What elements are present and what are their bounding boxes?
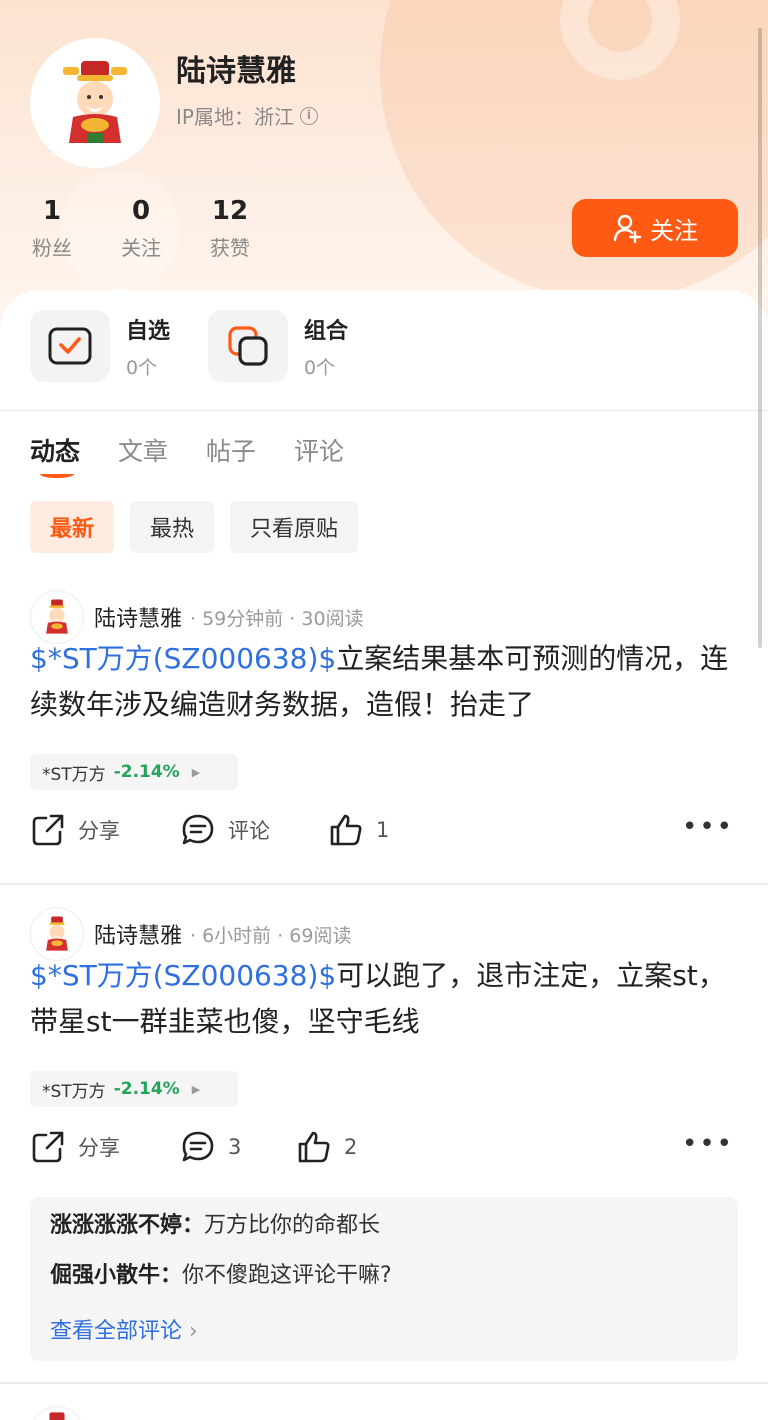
fortune-god-avatar-icon bbox=[46, 599, 68, 634]
quick-watchlist[interactable]: 自选 0个 bbox=[30, 310, 170, 382]
post-body[interactable]: $*ST万方(SZ000638)$可以跑了，退市注定，立案st，带星st一群韭菜… bbox=[30, 953, 740, 1045]
divider bbox=[0, 1382, 768, 1384]
portfolio-title: 组合 bbox=[304, 318, 349, 344]
stock-link[interactable]: $*ST万方(SZ000638)$ bbox=[30, 959, 336, 992]
filter-chips: 最新 最热 只看原贴 bbox=[30, 501, 359, 553]
tab-comments[interactable]: 评论 bbox=[294, 432, 344, 468]
layers-icon bbox=[228, 326, 268, 366]
portfolio-count: 0个 bbox=[304, 356, 336, 379]
tab-bar: 动态 文章 帖子 评论 bbox=[30, 432, 344, 478]
stock-tag-name: *ST万方 bbox=[42, 1081, 106, 1102]
like-count: 1 bbox=[376, 818, 390, 842]
filter-original-only[interactable]: 只看原贴 bbox=[230, 501, 359, 553]
more-options-icon[interactable]: ••• bbox=[682, 1131, 734, 1157]
stat-likes-label: 获赞 bbox=[210, 236, 250, 260]
thumbs-up-icon bbox=[298, 1131, 330, 1163]
share-button[interactable]: 分享 bbox=[30, 812, 120, 848]
comment-icon bbox=[182, 814, 214, 845]
stat-followers-count: 1 bbox=[42, 196, 62, 226]
comment-label: 评论 bbox=[228, 819, 270, 843]
watchlist-count: 0个 bbox=[126, 356, 158, 379]
fortune-god-avatar-icon bbox=[49, 1412, 65, 1420]
like-button[interactable]: 1 bbox=[328, 812, 389, 848]
add-user-icon bbox=[613, 214, 642, 243]
like-count: 2 bbox=[344, 1135, 358, 1159]
filter-latest[interactable]: 最新 bbox=[30, 501, 115, 553]
stock-link[interactable]: $*ST万方(SZ000638)$ bbox=[30, 642, 336, 675]
comment-button[interactable]: 3 bbox=[180, 1129, 241, 1165]
post-avatar[interactable] bbox=[30, 1406, 84, 1420]
ip-location: IP属地：浙江 i bbox=[176, 101, 318, 130]
like-button[interactable]: 2 bbox=[296, 1129, 357, 1165]
profile-name: 陆诗慧雅 bbox=[176, 54, 296, 89]
chevron-right-icon: › bbox=[189, 1319, 198, 1344]
content-card: 自选 0个 组合 0个 动态 文章 帖子 评论 最新 最热 只看原贴 陆诗慧雅 … bbox=[0, 290, 768, 1420]
stat-following-count: 0 bbox=[131, 196, 151, 226]
post-author[interactable]: 陆诗慧雅 bbox=[94, 601, 182, 633]
fortune-god-avatar-icon bbox=[63, 61, 127, 143]
share-label: 分享 bbox=[78, 1136, 120, 1160]
view-all-comments-link[interactable]: 查看全部评论 › bbox=[50, 1313, 718, 1345]
post-meta: · 59分钟前 · 30阅读 bbox=[190, 607, 364, 630]
comment-icon bbox=[182, 1131, 214, 1162]
tab-posts[interactable]: 帖子 bbox=[206, 432, 256, 468]
stat-followers[interactable]: 1 粉丝 bbox=[12, 196, 92, 261]
caret-right-icon: ▶ bbox=[191, 765, 201, 779]
stock-tag-name: *ST万方 bbox=[42, 764, 106, 785]
tab-activity[interactable]: 动态 bbox=[30, 432, 81, 478]
stat-following-label: 关注 bbox=[121, 236, 161, 260]
comment-text: 万方比你的命都长 bbox=[204, 1213, 381, 1238]
post-actions: 分享 评论 1 ••• bbox=[30, 812, 740, 852]
post-actions: 分享 3 2 ••• bbox=[30, 1129, 740, 1169]
filter-hottest[interactable]: 最热 bbox=[130, 501, 215, 553]
stock-tag[interactable]: *ST万方 -2.14% ▶ bbox=[30, 754, 238, 790]
avatar[interactable] bbox=[30, 38, 160, 168]
watchlist-icon-box bbox=[30, 310, 110, 382]
comment-row[interactable]: 涨涨涨涨不婷：万方比你的命都长 bbox=[50, 1213, 718, 1239]
comment-button[interactable]: 评论 bbox=[180, 812, 270, 848]
stat-likes-count: 12 bbox=[211, 196, 249, 226]
divider bbox=[0, 883, 768, 885]
watchlist-title: 自选 bbox=[126, 318, 171, 344]
view-all-label: 查看全部评论 bbox=[50, 1319, 183, 1344]
checkbox-icon bbox=[48, 327, 92, 365]
portfolio-icon-box bbox=[208, 310, 288, 382]
post-meta: · 6小时前 · 69阅读 bbox=[190, 924, 352, 947]
stock-tag-change: -2.14% bbox=[113, 762, 180, 782]
divider bbox=[0, 410, 768, 411]
share-icon bbox=[32, 1131, 64, 1163]
share-icon bbox=[32, 814, 64, 846]
follow-button-label: 关注 bbox=[650, 216, 698, 245]
stat-followers-label: 粉丝 bbox=[32, 236, 72, 260]
stock-tag[interactable]: *ST万方 -2.14% ▶ bbox=[30, 1071, 238, 1107]
comment-count: 3 bbox=[228, 1135, 242, 1159]
comment-row[interactable]: 倔强小散牛：你不傻跑这评论干嘛? bbox=[50, 1263, 718, 1289]
stock-tag-change: -2.14% bbox=[113, 1079, 180, 1099]
post-body[interactable]: $*ST万方(SZ000638)$立案结果基本可预测的情况，连续数年涉及编造财务… bbox=[30, 636, 740, 728]
info-icon[interactable]: i bbox=[299, 106, 318, 125]
stat-likes[interactable]: 12 获赞 bbox=[190, 196, 270, 261]
stat-following[interactable]: 0 关注 bbox=[101, 196, 181, 261]
tab-articles[interactable]: 文章 bbox=[118, 432, 168, 468]
ip-location-label: IP属地：浙江 bbox=[176, 105, 294, 129]
commenter-name: 倔强小散牛： bbox=[50, 1263, 183, 1288]
tab-active-indicator bbox=[40, 470, 74, 478]
comment-text: 你不傻跑这评论干嘛? bbox=[182, 1263, 392, 1288]
follow-button[interactable]: 关注 bbox=[572, 199, 738, 257]
fortune-god-avatar-icon bbox=[46, 916, 68, 951]
commenter-name: 涨涨涨涨不婷： bbox=[50, 1213, 205, 1238]
comment-preview: 涨涨涨涨不婷：万方比你的命都长 倔强小散牛：你不傻跑这评论干嘛? 查看全部评论 … bbox=[30, 1197, 738, 1361]
more-options-icon[interactable]: ••• bbox=[682, 814, 734, 840]
caret-right-icon: ▶ bbox=[191, 1082, 201, 1096]
share-label: 分享 bbox=[78, 819, 120, 843]
scrollbar[interactable] bbox=[758, 28, 762, 648]
post-author[interactable]: 陆诗慧雅 bbox=[94, 918, 182, 950]
share-button[interactable]: 分享 bbox=[30, 1129, 120, 1165]
tab-activity-label: 动态 bbox=[30, 437, 81, 466]
thumbs-up-icon bbox=[330, 814, 362, 846]
quick-portfolio[interactable]: 组合 0个 bbox=[208, 310, 348, 382]
